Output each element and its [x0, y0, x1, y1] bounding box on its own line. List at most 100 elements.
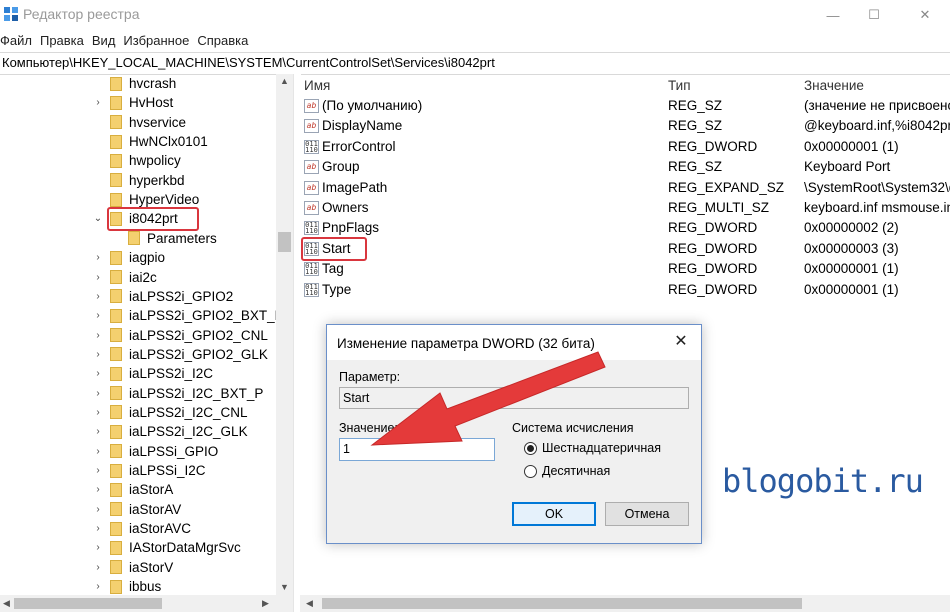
scroll-left-icon[interactable]: ◀	[306, 598, 313, 609]
expand-icon[interactable]: ›	[92, 581, 104, 592]
expand-icon[interactable]: ›	[92, 504, 104, 515]
tree-item[interactable]: › iaStorA	[92, 480, 173, 499]
minimize-icon: —	[826, 7, 840, 23]
tree-item[interactable]: hvcrash	[92, 74, 176, 93]
expand-icon[interactable]: ›	[92, 310, 104, 321]
radio-hex[interactable]	[524, 442, 537, 455]
expand-icon[interactable]: ›	[92, 252, 104, 263]
ok-button[interactable]: OK	[512, 502, 596, 526]
radio-hex-label[interactable]: Шестнадцатеричная	[542, 441, 661, 455]
value-row[interactable]: ab Group REG_SZ Keyboard Port	[300, 158, 950, 178]
menu-favorites[interactable]: Избранное	[123, 31, 193, 51]
value-type: REG_DWORD	[668, 261, 758, 277]
tree-item[interactable]: › iaLPSS2i_I2C_BXT_P	[92, 384, 263, 403]
tree-item[interactable]: › iaLPSS2i_GPIO2_BXT_P	[92, 306, 276, 325]
value-row[interactable]: 011 110 Tag REG_DWORD 0x00000001 (1)	[300, 260, 950, 280]
tree-item[interactable]: ⌄ i8042prt	[92, 209, 178, 228]
expand-icon[interactable]: ›	[92, 523, 104, 534]
column-data-header[interactable]: Значение	[804, 78, 864, 93]
value-input[interactable]: 1	[339, 438, 495, 461]
expand-icon[interactable]: ›	[92, 368, 104, 379]
tree-item[interactable]: › ibbus	[92, 577, 161, 595]
menu-view[interactable]: Вид	[92, 31, 120, 51]
radio-decimal-label[interactable]: Десятичная	[542, 464, 610, 478]
scroll-up-icon[interactable]: ▲	[280, 76, 289, 86]
expand-icon[interactable]: ›	[92, 484, 104, 495]
value-type: REG_MULTI_SZ	[668, 200, 770, 215]
tree-vertical-scrollbar[interactable]: ▲ ▼	[276, 74, 293, 595]
expand-icon[interactable]: ›	[92, 407, 104, 418]
tree-item[interactable]: hwpolicy	[92, 151, 181, 170]
collapse-icon[interactable]: ⌄	[92, 213, 104, 224]
scroll-thumb[interactable]	[278, 232, 291, 252]
expand-icon[interactable]: ›	[92, 272, 104, 283]
tree-item[interactable]: › IAStorDataMgrSvc	[92, 538, 241, 557]
tree-item[interactable]: › iaStorAV	[92, 500, 181, 519]
value-row[interactable]: ab DisplayName REG_SZ @keyboard.inf,%i8042p…	[300, 117, 950, 137]
tree-item[interactable]: › iaLPSS2i_I2C	[92, 364, 213, 383]
values-horizontal-scrollbar[interactable]: ◀	[300, 595, 950, 612]
binary-value-icon: 011 110	[304, 221, 319, 236]
value-row[interactable]: 011 110 PnpFlags REG_DWORD 0x00000002 (2)	[300, 219, 950, 239]
value-row[interactable]: ab Owners REG_MULTI_SZ keyboard.inf msmouse…	[300, 199, 950, 219]
tree-item[interactable]: › iaLPSS2i_I2C_CNL	[92, 403, 247, 422]
minimize-button[interactable]: —	[810, 0, 856, 30]
maximize-button[interactable]: ☐	[851, 0, 897, 30]
menu-edit[interactable]: Правка	[40, 31, 88, 51]
tree-item[interactable]: › iaLPSSi_I2C	[92, 461, 205, 480]
close-button[interactable]: ✕	[902, 0, 948, 30]
scroll-thumb[interactable]	[322, 598, 802, 609]
folder-icon	[110, 95, 122, 110]
column-type-header[interactable]: Тип	[668, 78, 691, 93]
expand-icon[interactable]: ›	[92, 330, 104, 341]
tree-item-label: IAStorDataMgrSvc	[129, 540, 241, 556]
value-row[interactable]: ab ImagePath REG_EXPAND_SZ \SystemRoot\Syst…	[300, 179, 950, 199]
address-bar[interactable]: Компьютер\HKEY_LOCAL_MACHINE\SYSTEM\Curr…	[0, 52, 950, 75]
tree-item[interactable]: › iaLPSSi_GPIO	[92, 442, 218, 461]
tree-item[interactable]: › iaLPSS2i_GPIO2_GLK	[92, 345, 268, 364]
expand-icon[interactable]: ›	[92, 291, 104, 302]
tree-item[interactable]: HwNClx0101	[92, 132, 208, 151]
expand-icon[interactable]: ›	[92, 562, 104, 573]
scroll-left-icon[interactable]: ◀	[3, 598, 10, 609]
expand-icon[interactable]: ›	[92, 388, 104, 399]
tree-item[interactable]: › iaStorAVC	[92, 519, 191, 538]
value-row[interactable]: 011 110 Type REG_DWORD 0x00000001 (1)	[300, 281, 950, 301]
column-name-header[interactable]: Имя	[304, 78, 330, 93]
value-data: (значение не присвоено)	[804, 98, 950, 113]
expand-icon[interactable]: ›	[92, 97, 104, 108]
expand-icon[interactable]: ›	[92, 542, 104, 553]
tree-item[interactable]: › HvHost	[92, 93, 173, 112]
tree-horizontal-scrollbar[interactable]: ◀ ▶	[0, 595, 293, 612]
tree-item[interactable]: › iaStorV	[92, 558, 173, 577]
tree-item[interactable]: › iai2c	[92, 268, 156, 287]
expand-icon[interactable]: ›	[92, 465, 104, 476]
tree-item[interactable]: › iaLPSS2i_I2C_GLK	[92, 422, 247, 441]
string-value-icon: ab	[304, 99, 319, 113]
value-row[interactable]: 011 110 Start REG_DWORD 0x00000003 (3)	[300, 240, 950, 260]
tree-item[interactable]: › iaLPSS2i_GPIO2	[92, 287, 233, 306]
folder-icon	[110, 153, 122, 168]
expand-icon[interactable]: ›	[92, 446, 104, 457]
tree-item[interactable]: › iaLPSS2i_GPIO2_CNL	[92, 326, 268, 345]
scroll-down-icon[interactable]: ▼	[280, 582, 289, 592]
value-row[interactable]: ab (По умолчанию) REG_SZ (значение не присв…	[300, 97, 950, 117]
expand-icon[interactable]: ›	[92, 349, 104, 360]
tree-item[interactable]: hvservice	[92, 113, 186, 132]
expand-icon[interactable]: ›	[92, 426, 104, 437]
radio-decimal[interactable]	[524, 465, 537, 478]
scroll-right-icon[interactable]: ▶	[262, 598, 269, 609]
dialog-close-icon[interactable]: ✕	[669, 331, 693, 353]
cancel-button[interactable]: Отмена	[605, 502, 689, 526]
folder-icon	[110, 270, 122, 284]
tree-item[interactable]: HyperVideo	[92, 190, 199, 209]
menu-help[interactable]: Справка	[197, 31, 252, 51]
tree-item[interactable]: Parameters	[110, 229, 217, 248]
scroll-thumb[interactable]	[14, 598, 162, 609]
tree-item[interactable]: › iagpio	[92, 248, 165, 267]
value-name: DisplayName	[322, 118, 403, 134]
tree-item[interactable]: hyperkbd	[92, 171, 185, 190]
dialog-title-bar: Изменение параметра DWORD (32 бита) ✕	[327, 325, 701, 360]
value-row[interactable]: 011 110 ErrorControl REG_DWORD 0x00000001 (…	[300, 138, 950, 158]
menu-file[interactable]: Файл	[0, 31, 36, 51]
